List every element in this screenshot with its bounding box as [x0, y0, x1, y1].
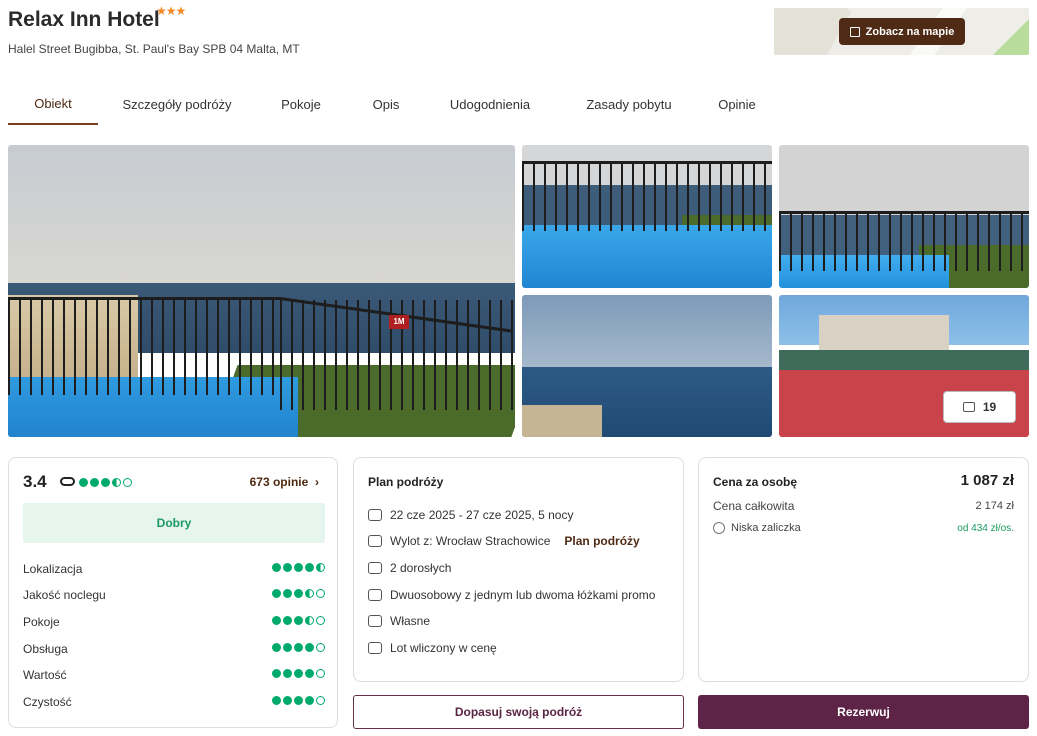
rating-score: 3.4 [23, 472, 47, 491]
book-button[interactable]: Rezerwuj [698, 695, 1029, 729]
gallery-count: 19 [982, 400, 997, 414]
rating-row: Wartość [23, 668, 325, 682]
plan-link[interactable]: Plan podróży [564, 534, 639, 548]
rating-dots [79, 478, 132, 487]
plan-board: Własne [368, 614, 430, 628]
deposit-value: od 434 zł/os. [957, 523, 1014, 534]
plane-icon [368, 535, 382, 547]
reviews-link[interactable]: 673 opinie › [250, 475, 319, 489]
plane-icon [368, 642, 382, 654]
rating-row: Pokoje [23, 615, 325, 629]
tab-pokoje[interactable]: Pokoje [270, 84, 332, 125]
rating-row: Jakość noclegu [23, 588, 325, 602]
tab-bar: Obiekt Szczegóły podróży Pokoje Opis Udo… [8, 84, 1029, 125]
deposit-icon [713, 522, 725, 534]
tripadvisor-icon [60, 477, 75, 486]
plan-title: Plan podróży [368, 475, 444, 489]
map-icon [849, 26, 860, 37]
main-photo[interactable]: 1M [8, 145, 515, 437]
price-per-person-value: 1 087 zł [960, 472, 1014, 489]
chevron-right-icon: › [311, 475, 319, 489]
rating-row: Czystość [23, 695, 325, 709]
gallery-photo-1[interactable] [522, 145, 772, 288]
map-preview[interactable]: Zobacz na mapie [774, 8, 1029, 55]
bed-icon [368, 589, 382, 601]
tab-opis[interactable]: Opis [360, 84, 412, 125]
hotel-address: Halel Street Bugibba, St. Paul's Bay SPB… [8, 42, 300, 56]
plan-transport: Lot wliczony w cenę [368, 641, 497, 655]
price-card: Cena za osobę 1 087 zł Cena całkowita 2 … [698, 457, 1029, 682]
plan-room: Dwuosobowy z jednym lub dwoma łóżkami pr… [368, 588, 655, 602]
price-total-label: Cena całkowita [713, 499, 795, 513]
show-map-label: Zobacz na mapie [865, 25, 955, 38]
tab-zasady[interactable]: Zasady pobytu [574, 84, 684, 125]
cutlery-icon [368, 615, 382, 627]
price-per-person-label: Cena za osobę [713, 475, 798, 489]
gallery-photo-3[interactable] [522, 295, 772, 437]
show-map-button[interactable]: Zobacz na mapie [839, 18, 965, 45]
plan-dates: 22 cze 2025 - 27 cze 2025, 5 nocy [368, 508, 573, 522]
tab-udogodnienia[interactable]: Udogodnienia [438, 84, 542, 125]
rating-verdict: Dobry [23, 503, 325, 543]
trip-plan-card: Plan podróży 22 cze 2025 - 27 cze 2025, … [353, 457, 684, 682]
price-total-value: 2 174 zł [975, 500, 1014, 512]
rating-row: Lokalizacja [23, 562, 325, 576]
calendar-icon [368, 509, 382, 521]
tab-obiekt[interactable]: Obiekt [8, 84, 98, 125]
gallery-icon [962, 402, 975, 412]
hotel-name: Relax Inn Hotel [8, 8, 160, 31]
hotel-stars: ★★★ [156, 4, 186, 18]
rating-row: Obsługa [23, 642, 325, 656]
gallery-photo-2[interactable] [779, 145, 1029, 288]
plan-guests: 2 dorosłych [368, 561, 451, 575]
customize-trip-button[interactable]: Dopasuj swoją podróż [353, 695, 684, 729]
tab-opinie[interactable]: Opinie [708, 84, 766, 125]
gallery-count-button[interactable]: 19 [943, 391, 1016, 423]
deposit-label: Niska zaliczka [713, 522, 801, 534]
plan-flight: Wylot z: Wrocław Strachowice Plan podróż… [368, 534, 640, 548]
reviews-count: 673 opinie [249, 475, 309, 489]
users-icon [368, 562, 382, 574]
tab-szczegoly[interactable]: Szczegóły podróży [108, 84, 246, 125]
rating-card: 3.4 673 opinie › Dobry Lokalizacja Jakoś… [8, 457, 338, 728]
